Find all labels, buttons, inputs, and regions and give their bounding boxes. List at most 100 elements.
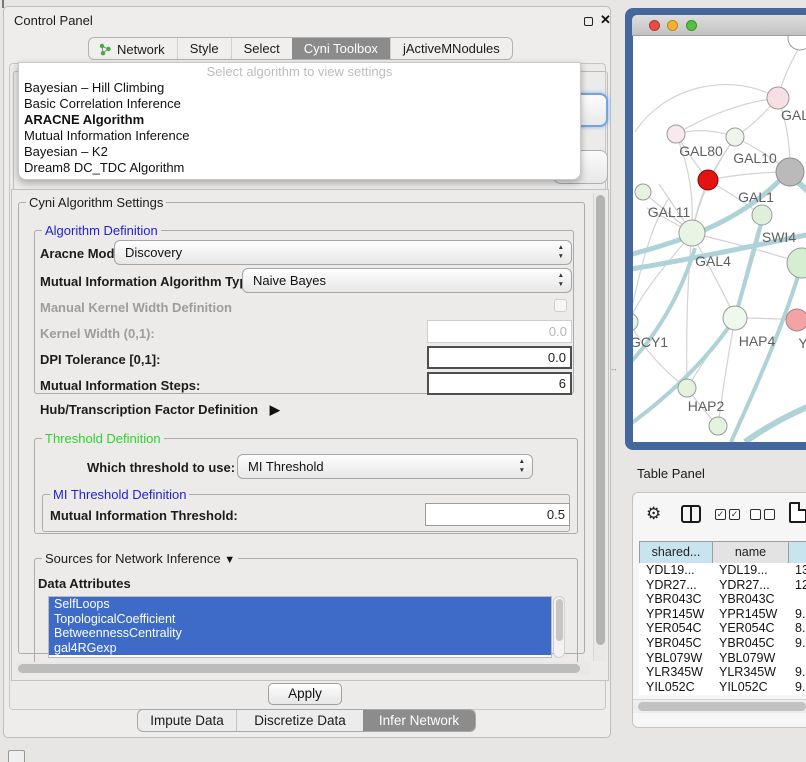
tab-network[interactable]: Network (89, 38, 177, 60)
mi-threshold-field[interactable]: 0.5 (425, 503, 570, 526)
mi-algorithm-type-combobox[interactable]: Naive Bayes ▲▼ (242, 268, 572, 293)
mi-steps-field[interactable]: 6 (427, 372, 572, 395)
dock-panel-icon[interactable] (8, 750, 25, 762)
select-all-columns-icon[interactable]: ✓ ✓ (715, 509, 740, 520)
node-label: GAL10 (733, 150, 777, 166)
tab-jactivemnodules[interactable]: jActiveMNodules (390, 38, 512, 60)
network-node[interactable] (786, 309, 806, 331)
table-row[interactable]: YBR043CYBR043C (639, 592, 806, 607)
close-panel-icon[interactable]: ✕ (600, 12, 611, 28)
minimize-traffic-light[interactable] (667, 20, 678, 31)
unchecked-box-icon (764, 509, 775, 520)
network-node[interactable] (723, 306, 747, 330)
gear-icon[interactable]: ⚙ (646, 504, 661, 524)
network-node[interactable] (767, 87, 789, 109)
panel-splitter-handle[interactable]: ↔ (610, 364, 618, 373)
table-row[interactable]: YBL079WYBL079W (639, 651, 806, 666)
network-canvas[interactable]: GALGAL80GAL10GAL1GAL11SWI4GAL4GCY1HAP4YH… (633, 36, 806, 442)
control-panel-tabbar: Network Style Select Cyni Toolbox jActiv… (88, 37, 513, 60)
close-traffic-light[interactable] (649, 20, 660, 31)
tab-select[interactable]: Select (231, 38, 292, 60)
which-threshold-label: Which threshold to use: (87, 460, 235, 475)
manual-kernel-width-label: Manual Kernel Width Definition (40, 300, 232, 315)
node-label: HAP2 (688, 398, 725, 414)
network-node[interactable] (726, 128, 744, 146)
scrollbar-thumb[interactable] (638, 702, 806, 711)
algorithm-option[interactable]: Bayesian – Hill Climbing (19, 80, 580, 96)
data-attribute-item[interactable]: SelfLoops (49, 597, 551, 612)
zoom-traffic-light[interactable] (686, 20, 697, 31)
collapse-down-icon[interactable]: ▼ (224, 553, 235, 568)
network-node-labels: GALGAL80GAL10GAL1GAL11SWI4GAL4GCY1HAP4YH… (633, 107, 806, 414)
combo-value: Naive Bayes (253, 273, 326, 288)
split-columns-icon[interactable] (681, 505, 701, 523)
table-row[interactable]: YLR345WYLR345W9. (639, 665, 806, 680)
table-header: shared...nameA (639, 541, 806, 563)
node-label: SWI4 (762, 229, 796, 245)
deselect-all-columns-icon[interactable] (750, 509, 775, 520)
data-attribute-item[interactable]: gal4RGexp (49, 641, 551, 656)
data-attribute-item[interactable]: BetweennessCentrality (49, 626, 551, 641)
algorithm-option-list: Bayesian – Hill ClimbingBasic Correlatio… (19, 80, 580, 176)
scrollbar-thumb[interactable] (18, 664, 580, 673)
tab-impute-data[interactable]: Impute Data (138, 710, 236, 732)
column-header[interactable]: shared... (640, 542, 713, 564)
network-node[interactable] (635, 184, 651, 200)
attributes-scrollbar[interactable] (553, 596, 565, 658)
table-horizontal-scrollbar[interactable] (633, 699, 806, 713)
data-attributes-list[interactable]: SelfLoopsTopologicalCoefficientBetweenne… (48, 596, 552, 658)
bottom-tabbar: Impute Data Discretize Data Infer Networ… (137, 709, 476, 732)
column-header[interactable]: A (789, 542, 806, 564)
apply-button[interactable]: Apply (268, 683, 342, 705)
table-row[interactable]: YBR045CYBR045C9. (639, 636, 806, 651)
settings-horizontal-scrollbar[interactable] (16, 662, 590, 675)
which-threshold-combobox[interactable]: MI Threshold ▲▼ (237, 454, 533, 479)
network-node[interactable] (679, 220, 705, 246)
algorithm-option[interactable]: Bayesian – K2 (19, 144, 580, 160)
tab-discretize-data[interactable]: Discretize Data (236, 710, 363, 732)
network-node[interactable] (776, 158, 804, 186)
scrollbar-thumb[interactable] (596, 195, 605, 645)
data-attribute-item[interactable]: TopologicalCoefficient (49, 612, 551, 627)
network-node[interactable] (787, 248, 806, 278)
node-label: GAL80 (679, 143, 723, 159)
algorithm-option[interactable]: ARACNE Algorithm (19, 112, 580, 128)
network-node[interactable] (667, 125, 685, 143)
dpi-tolerance-label: DPI Tolerance [0,1]: (40, 352, 160, 367)
table-row[interactable]: YER054CYER054C8. (639, 621, 806, 636)
dpi-tolerance-field[interactable]: 0.0 (427, 346, 572, 369)
tab-style[interactable]: Style (177, 38, 231, 60)
checked-box-icon: ✓ (729, 509, 740, 520)
app-screen: Control Panel ✕ Network Style Select Cyn… (0, 0, 806, 762)
table-row[interactable]: YIL052CYIL052C9. (639, 680, 806, 695)
algorithm-option[interactable]: Dream8 DC_TDC Algorithm (19, 160, 580, 176)
tab-cyni-toolbox[interactable]: Cyni Toolbox (292, 38, 390, 60)
algorithm-option[interactable]: Mutual Information Inference (19, 128, 580, 144)
network-node[interactable] (698, 170, 718, 190)
network-node[interactable] (709, 417, 727, 435)
tab-infer-network[interactable]: Infer Network (363, 710, 475, 732)
table-row[interactable]: YDR27...YDR27...12 (639, 578, 806, 593)
node-label: GAL11 (648, 204, 691, 220)
export-table-icon[interactable] (789, 502, 806, 523)
settings-vertical-scrollbar[interactable] (593, 193, 606, 661)
network-node[interactable] (788, 36, 806, 50)
network-view-window[interactable]: GALGAL80GAL10GAL1GAL11SWI4GAL4GCY1HAP4YH… (625, 8, 806, 450)
network-node[interactable] (633, 313, 638, 331)
table-row[interactable]: YDL19...YDL19...13 (639, 563, 806, 578)
manual-kernel-width-checkbox (554, 299, 567, 312)
algorithm-option[interactable]: Basic Correlation Inference (19, 96, 580, 112)
expand-right-icon[interactable]: ▶ (270, 402, 280, 418)
column-header[interactable]: name (713, 542, 789, 564)
node-label: GAL (781, 107, 806, 123)
float-panel-button[interactable] (584, 17, 593, 26)
aracne-mode-combobox[interactable]: Discovery ▲▼ (114, 240, 572, 265)
network-window-titlebar[interactable] (632, 15, 806, 36)
table-row[interactable]: YPR145WYPR145W9. (639, 607, 806, 622)
network-node[interactable] (678, 379, 696, 397)
network-node[interactable] (752, 205, 772, 225)
control-panel: Control Panel ✕ Network Style Select Cyn… (3, 6, 611, 738)
hub-definition-toggle[interactable]: Hub/Transcription Factor Definition ▶ (40, 402, 280, 418)
group-title: Cyni Algorithm Settings (26, 195, 166, 210)
network-graph: GALGAL80GAL10GAL1GAL11SWI4GAL4GCY1HAP4YH… (633, 36, 806, 442)
